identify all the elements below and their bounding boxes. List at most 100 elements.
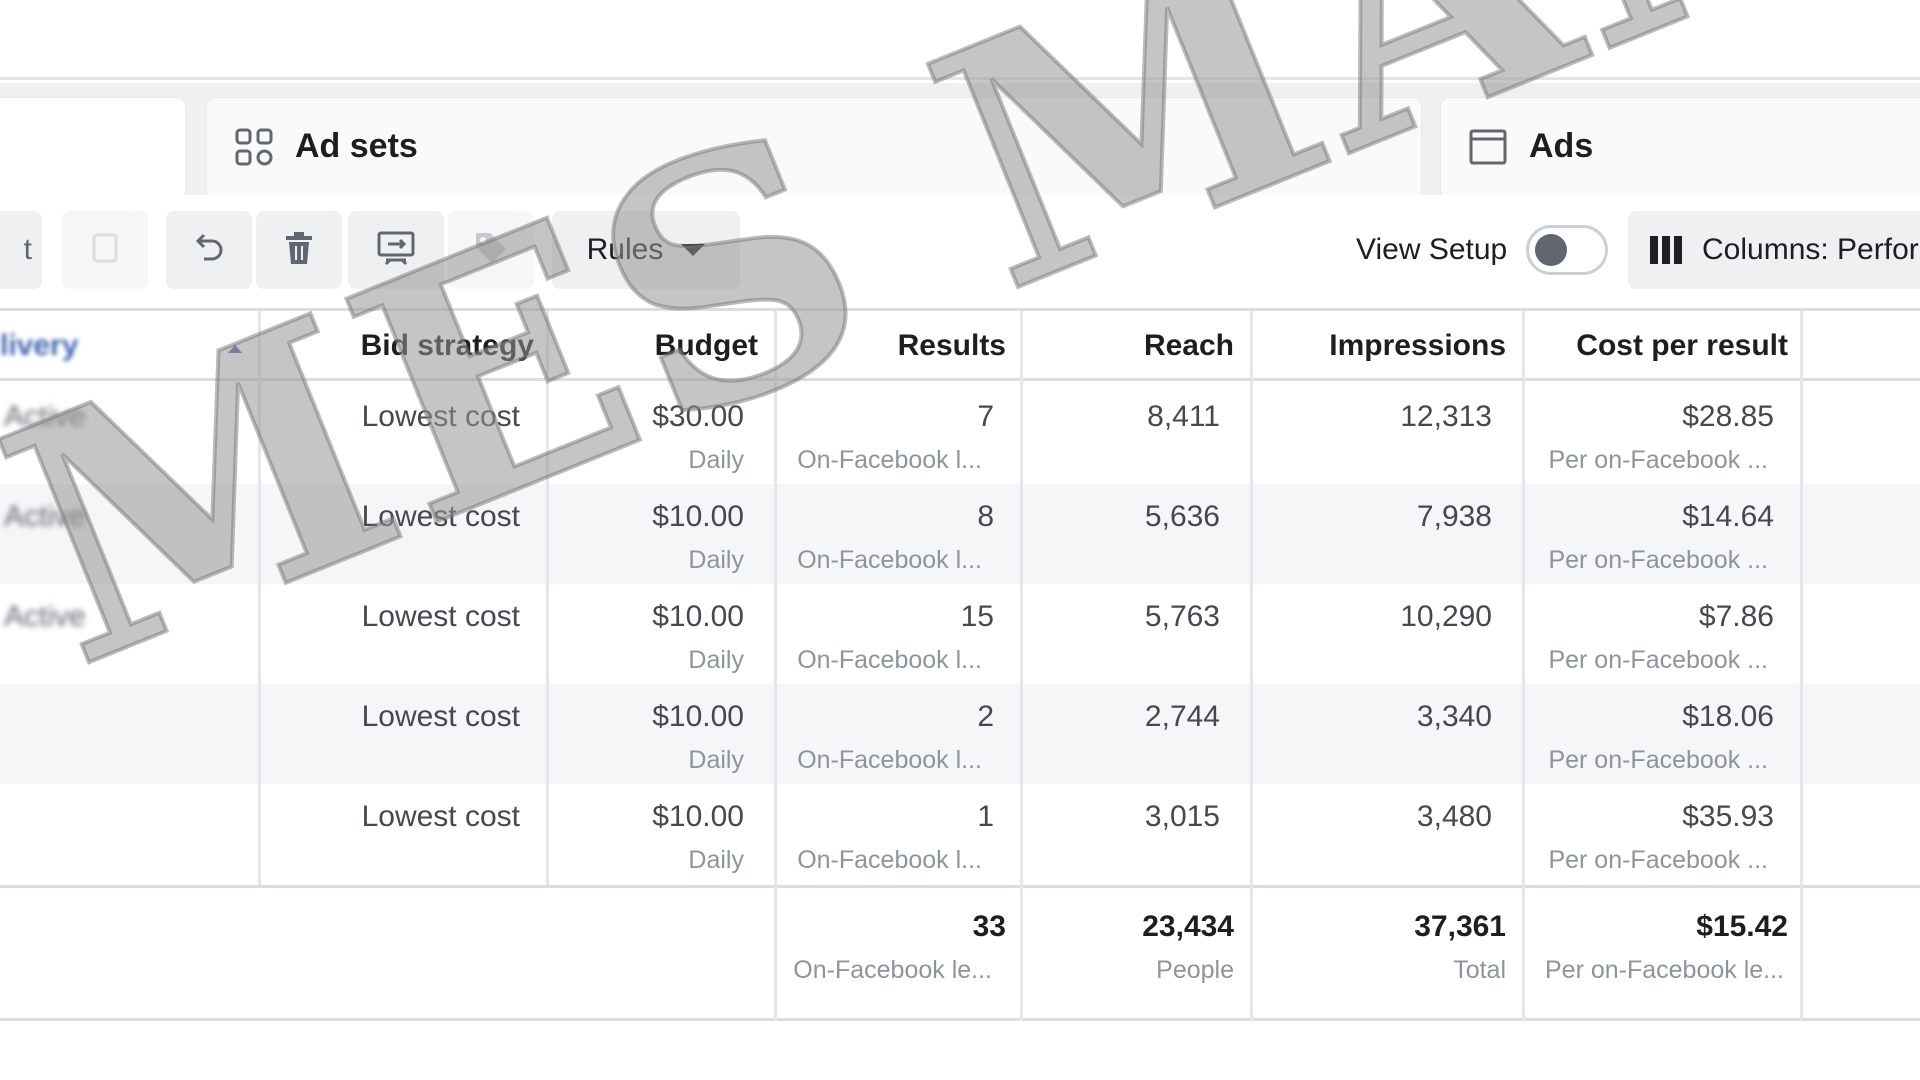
results-cell: 1 (977, 800, 994, 833)
cost-per-result-type: Per on-Facebook ... (1548, 446, 1768, 474)
reach-cell: 5,636 (1144, 500, 1220, 533)
column-divider (1522, 311, 1525, 1021)
budget-cell: $10.00 (652, 800, 744, 833)
results-type: On-Facebook l... (797, 446, 982, 474)
table-row[interactable]: Lowest cost $10.00 Daily 1 On-Facebook l… (0, 784, 1920, 884)
budget-cell: $30.00 (652, 400, 744, 433)
budget-type: Daily (688, 846, 744, 874)
toggle-knob (1535, 234, 1567, 266)
column-header-impressions[interactable]: Impressions (1252, 329, 1506, 363)
cost-per-result-cell: $35.93 (1682, 800, 1774, 833)
table-row[interactable]: Active Lowest cost $10.00 Daily 8 On-Fac… (0, 484, 1920, 584)
column-header-delivery[interactable]: livery (0, 329, 78, 363)
ad-window-icon (1467, 126, 1509, 168)
duplicate-icon (90, 231, 120, 270)
cost-per-result-cell: $7.86 (1698, 600, 1774, 633)
undo-button[interactable] (166, 211, 252, 289)
delete-button[interactable] (256, 211, 342, 289)
results-type: On-Facebook l... (797, 846, 982, 874)
column-header-cost-per-result[interactable]: Cost per result (1524, 329, 1788, 363)
impressions-cell: 3,340 (1416, 700, 1492, 733)
column-divider (546, 311, 549, 885)
budget-type: Daily (688, 646, 744, 674)
delivery-status: Active (4, 500, 86, 533)
view-setup-label: View Setup (1356, 233, 1508, 266)
ab-test-button[interactable] (348, 211, 444, 289)
sort-ascending-icon[interactable] (228, 345, 242, 353)
bid-strategy-cell: Lowest cost (361, 600, 520, 633)
results-type: On-Facebook l... (797, 546, 982, 574)
column-divider (1250, 311, 1253, 1021)
edit-button-label: t (23, 233, 32, 266)
reach-cell: 5,763 (1144, 600, 1220, 633)
total-cost-per-result: $15.42 (1696, 910, 1788, 943)
table-row[interactable]: Active Lowest cost $10.00 Daily 15 On-Fa… (0, 584, 1920, 684)
total-impressions: 37,361 (1414, 910, 1506, 943)
tab-ads[interactable]: Ads (1440, 97, 1920, 195)
ab-test-icon (376, 230, 416, 271)
budget-type: Daily (688, 546, 744, 574)
tab-ad-sets[interactable]: Ad sets (206, 97, 1422, 195)
table-row[interactable]: Lowest cost $10.00 Daily 2 On-Facebook l… (0, 684, 1920, 784)
results-cell: 8 (977, 500, 994, 533)
impressions-cell: 3,480 (1416, 800, 1492, 833)
column-header-reach[interactable]: Reach (1022, 329, 1234, 363)
total-results: 33 (972, 910, 1006, 943)
budget-cell: $10.00 (652, 600, 744, 633)
delivery-status: Active (4, 600, 86, 633)
bid-strategy-cell: Lowest cost (361, 400, 520, 433)
total-impressions-type: Total (1453, 956, 1506, 984)
table-header-row: livery Bid strategy Budget Results Reach… (0, 311, 1920, 381)
tab-campaigns[interactable] (0, 97, 186, 195)
grid-icon (233, 126, 275, 168)
budget-type: Daily (688, 446, 744, 474)
impressions-cell: 10,290 (1400, 600, 1492, 633)
results-cell: 2 (977, 700, 994, 733)
results-type: On-Facebook l... (797, 646, 982, 674)
rules-label: Rules (586, 233, 664, 266)
column-divider (258, 311, 261, 885)
cost-per-result-cell: $28.85 (1682, 400, 1774, 433)
results-type: On-Facebook l... (797, 746, 982, 774)
cost-per-result-type: Per on-Facebook ... (1548, 846, 1768, 874)
columns-label: Columns: Perfor (1702, 233, 1919, 266)
totals-row: 33 On-Facebook le... 23,434 People 37,36… (0, 885, 1920, 1021)
top-bar (0, 0, 1920, 80)
cost-per-result-type: Per on-Facebook ... (1548, 746, 1768, 774)
toolbar: t Rules View Setup Columns: Perfor (0, 195, 1920, 310)
undo-icon (192, 231, 226, 270)
cost-per-result-cell: $18.06 (1682, 700, 1774, 733)
impressions-cell: 12,313 (1400, 400, 1492, 433)
results-cell: 7 (977, 400, 994, 433)
ad-sets-table: livery Bid strategy Budget Results Reach… (0, 308, 1920, 1021)
budget-cell: $10.00 (652, 500, 744, 533)
tag-icon (473, 230, 509, 271)
budget-cell: $10.00 (652, 700, 744, 733)
cost-per-result-type: Per on-Facebook ... (1548, 646, 1768, 674)
tag-button[interactable] (448, 211, 534, 289)
chevron-down-icon (681, 244, 706, 256)
duplicate-button[interactable] (62, 211, 148, 289)
edit-button[interactable]: t (0, 211, 42, 289)
table-row[interactable]: Active Lowest cost $30.00 Daily 7 On-Fac… (0, 384, 1920, 484)
tab-ads-label: Ads (1529, 127, 1594, 165)
reach-cell: 3,015 (1144, 800, 1220, 833)
total-reach: 23,434 (1142, 910, 1234, 943)
column-divider (1800, 311, 1803, 1021)
columns-dropdown[interactable]: Columns: Perfor (1628, 211, 1920, 289)
impressions-cell: 7,938 (1416, 500, 1492, 533)
bid-strategy-cell: Lowest cost (361, 500, 520, 533)
column-header-results[interactable]: Results (776, 329, 1006, 363)
bid-strategy-cell: Lowest cost (361, 800, 520, 833)
reach-cell: 2,744 (1144, 700, 1220, 733)
total-results-type: On-Facebook le... (793, 956, 992, 984)
column-header-budget[interactable]: Budget (548, 329, 758, 363)
tab-ad-sets-label: Ad sets (295, 127, 418, 165)
column-divider (1020, 311, 1023, 1021)
rules-dropdown[interactable]: Rules (552, 211, 740, 289)
level-tabs: Ad sets Ads (0, 83, 1920, 195)
view-setup-toggle[interactable] (1526, 225, 1608, 275)
total-reach-type: People (1156, 956, 1234, 984)
column-header-bid-strategy[interactable]: Bid strategy (260, 329, 534, 363)
results-cell: 15 (960, 600, 994, 633)
